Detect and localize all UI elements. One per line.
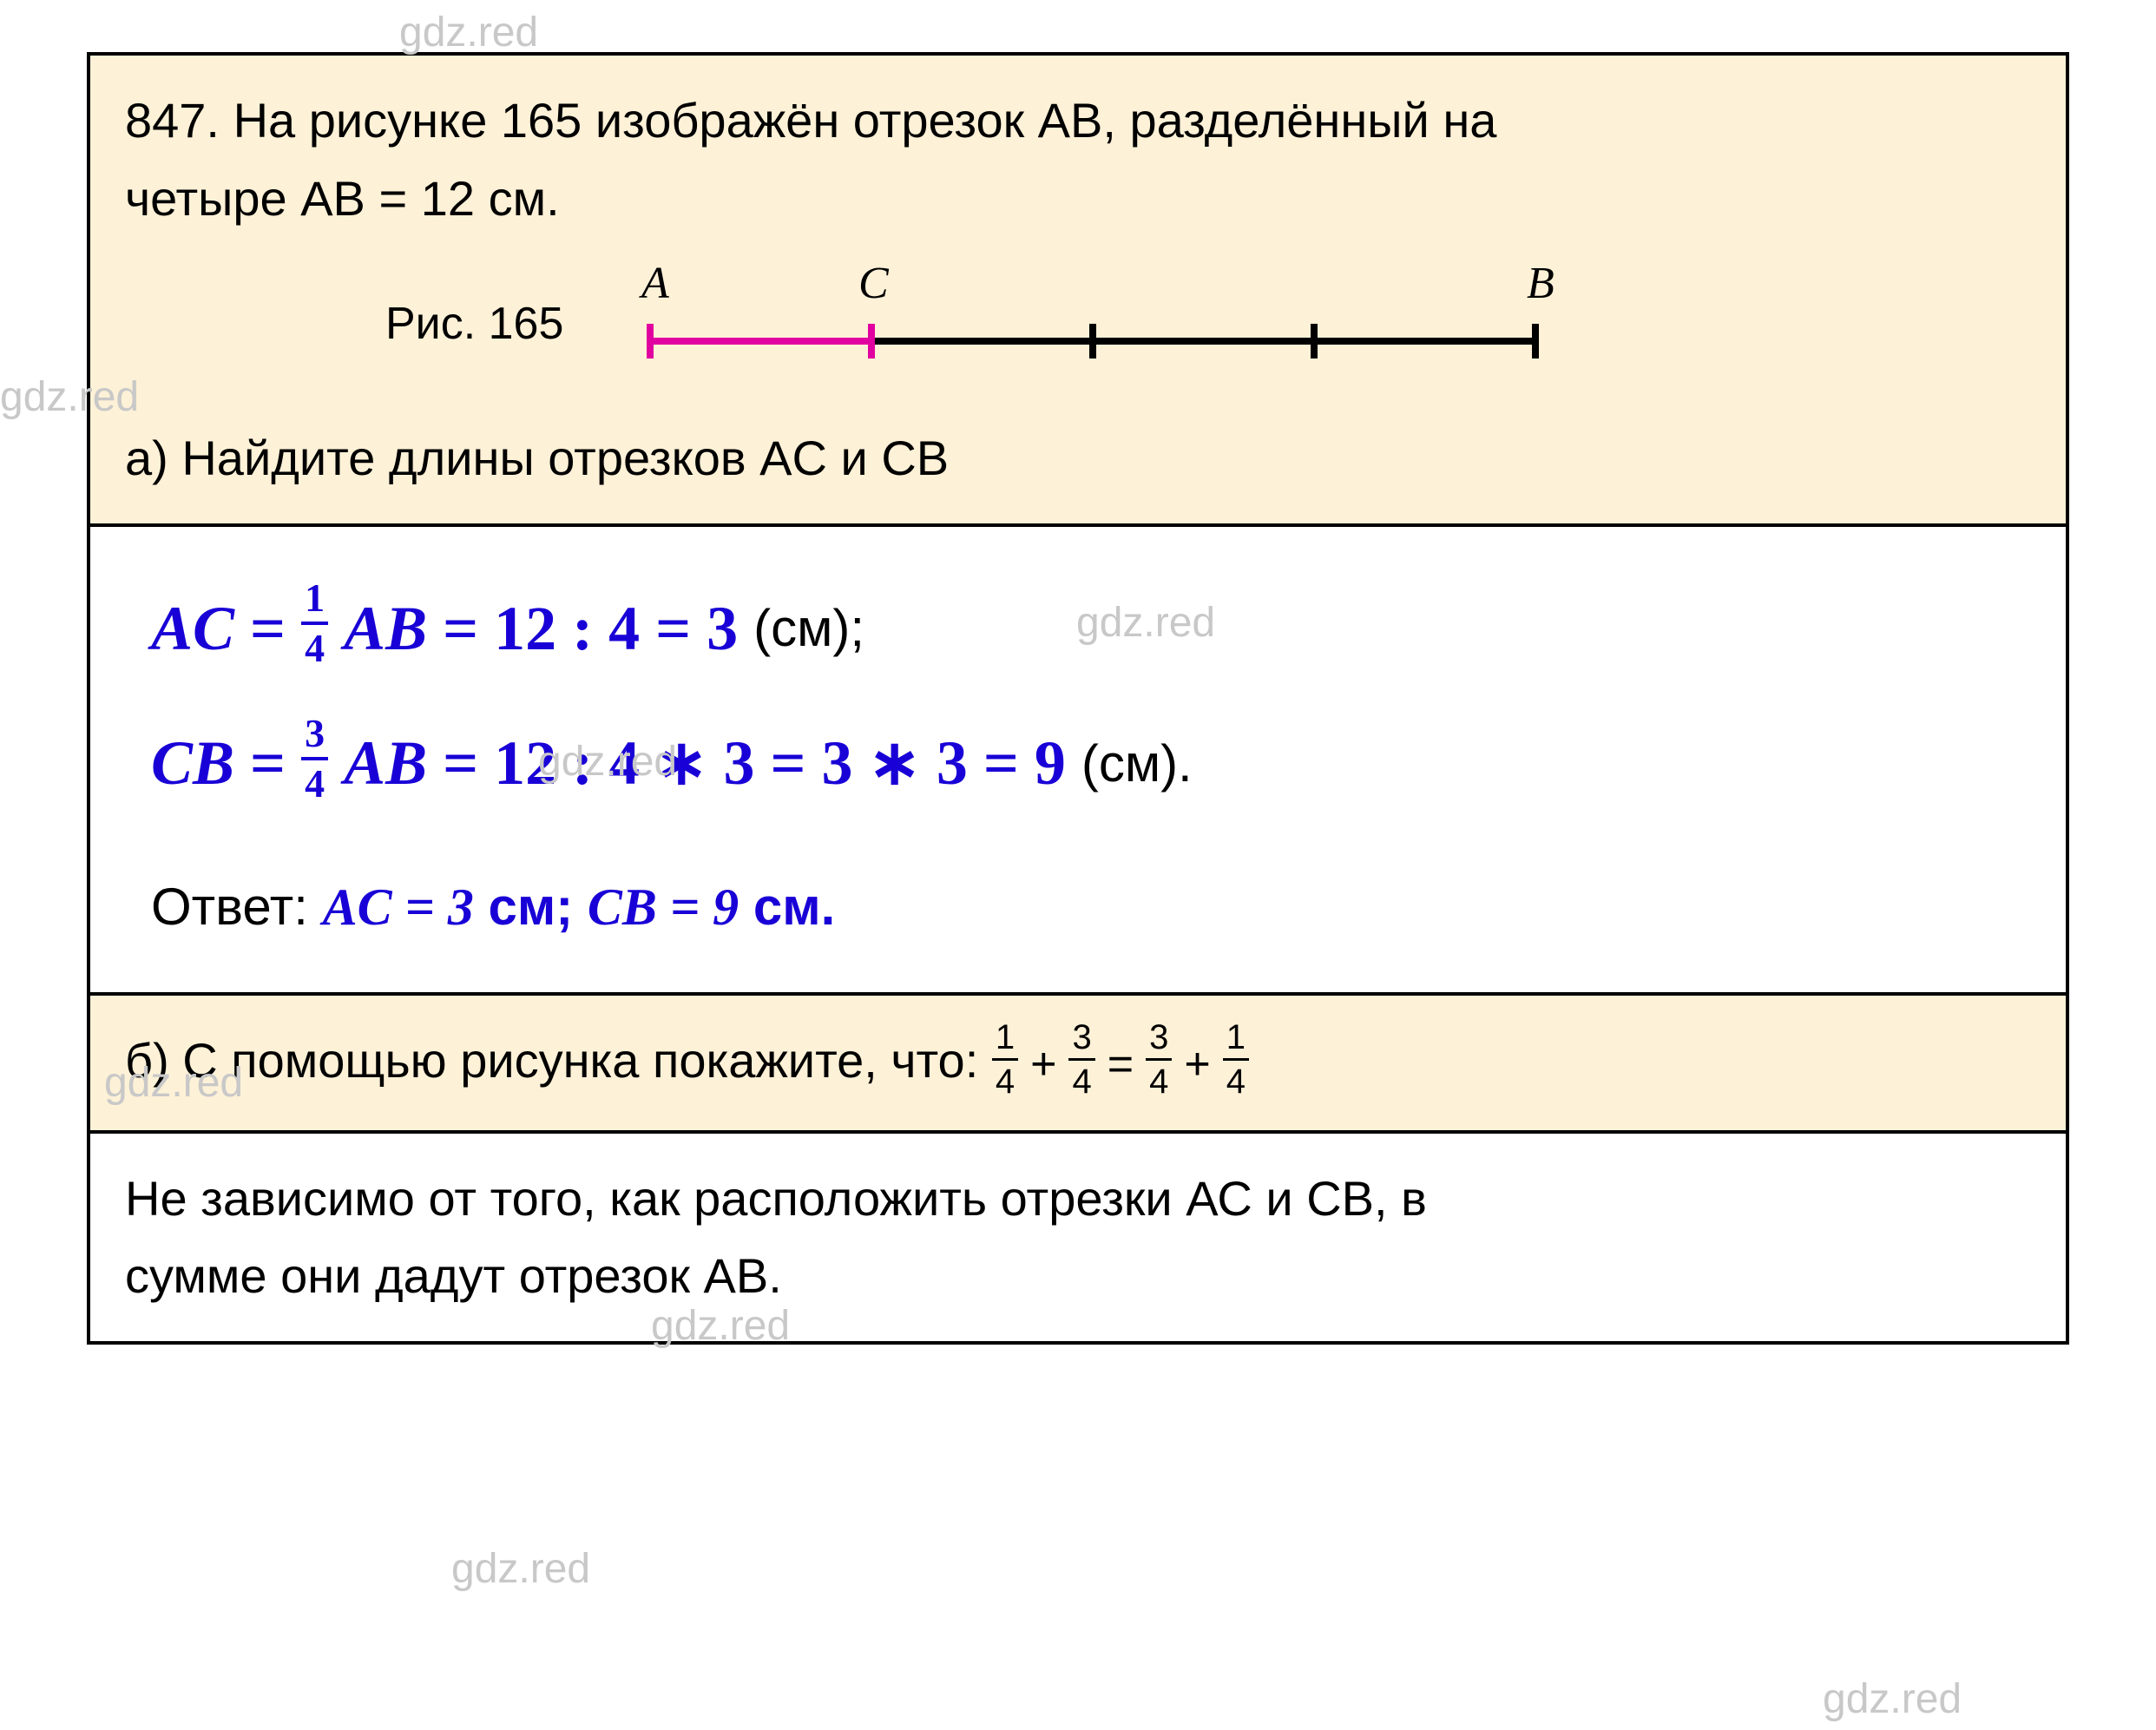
eq2: =	[250, 714, 286, 813]
frac-1-4: 1 4	[301, 578, 328, 668]
answer-label: Ответ:	[151, 878, 308, 936]
part-b-equation: 1 4 + 3 4 = 3 4 + 1 4	[992, 1025, 1249, 1104]
solution-b-line2: сумме они дадут отрезок АВ.	[125, 1248, 782, 1303]
solution-line-cb: CB = 3 4 AB = 12 : 4 ∗ 3 = 3 ∗ 3 = 9 (см…	[151, 714, 2031, 813]
frac-1-4-num: 1	[301, 578, 328, 622]
frac-3-4-num: 3	[301, 714, 328, 757]
plus2: +	[1184, 1029, 1210, 1101]
problem-row: 847. На рисунке 165 изображён отрезок АВ…	[90, 56, 2066, 527]
solution-b-line1: Не зависимо от того, как расположить отр…	[125, 1171, 1427, 1226]
problem-text: 847. На рисунке 165 изображён отрезок АВ…	[125, 82, 2031, 237]
figure-row: Рис. 165 A C B	[385, 263, 2031, 385]
frac-b4: 1 4	[1223, 1020, 1249, 1099]
content-frame: 847. На рисунке 165 изображён отрезок АВ…	[87, 52, 2069, 1345]
frac-b3-den: 4	[1146, 1058, 1172, 1099]
solution-a-row: AC = 1 4 AB = 12 : 4 = 3 (см); CB = 3 4 …	[90, 527, 2066, 996]
frac-b3-num: 3	[1146, 1020, 1172, 1058]
frac-b3: 3 4	[1146, 1020, 1172, 1099]
point-label-c: C	[858, 263, 890, 308]
part-b-row: б) С помощью рисунка покажите, что: 1 4 …	[90, 996, 2066, 1134]
ac-lhs: AC	[151, 579, 234, 679]
frac-b1: 1 4	[992, 1020, 1018, 1099]
frac-b2-num: 3	[1068, 1020, 1094, 1058]
answer-cb-eq: =	[657, 878, 713, 936]
answer-ac-unit: см	[474, 878, 555, 936]
frac-b1-den: 4	[992, 1058, 1018, 1099]
cb-unit: (см).	[1081, 722, 1193, 806]
ac-calc: = 12 : 4 = 3	[443, 579, 738, 679]
part-b-prefix: б) С помощью рисунка покажите, что:	[125, 1033, 992, 1088]
point-label-a: A	[639, 263, 669, 308]
problem-line2: четыре АВ = 12 см.	[125, 171, 560, 226]
eq1: =	[250, 579, 286, 679]
answer-line: Ответ: AC = 3 см; CB = 9 см.	[151, 865, 2031, 949]
answer-ac-eq: =	[392, 878, 448, 936]
eq-b: =	[1108, 1029, 1134, 1101]
ac-mid: AB	[344, 579, 427, 679]
cb-mid: AB	[344, 714, 427, 813]
frac-b2-den: 4	[1068, 1058, 1094, 1099]
answer-ac-var: AC	[323, 878, 392, 936]
watermark: gdz.red	[399, 9, 538, 56]
figure-caption: Рис. 165	[385, 288, 563, 360]
segment-ab-figure: A C B	[615, 263, 1570, 385]
frac-b2: 3 4	[1068, 1020, 1094, 1099]
frac-b1-num: 1	[992, 1020, 1018, 1058]
part-a-prompt: a) Найдите длины отрезков AC и CB	[125, 419, 2031, 497]
cb-lhs: CB	[151, 714, 234, 813]
problem-line1: На рисунке 165 изображён отрезок АВ, раз…	[233, 93, 1497, 148]
point-label-b: B	[1527, 263, 1555, 308]
solution-line-ac: AC = 1 4 AB = 12 : 4 = 3 (см);	[151, 579, 2031, 679]
answer-ac-val: 3	[448, 878, 474, 936]
answer-cb-val: 9	[713, 878, 739, 936]
frac-b4-den: 4	[1223, 1058, 1249, 1099]
watermark: gdz.red	[1823, 1675, 1962, 1723]
frac-1-4-den: 4	[301, 622, 328, 668]
ac-unit: (см);	[753, 587, 864, 670]
frac-b4-num: 1	[1223, 1020, 1249, 1058]
frac-3-4-den: 4	[301, 757, 328, 804]
answer-sep: ;	[555, 878, 588, 936]
solution-b-row: Не зависимо от того, как расположить отр…	[90, 1134, 2066, 1341]
answer-cb-var: CB	[588, 878, 657, 936]
page-root: gdz.red gdz.red gdz.red gdz.red gdz.red …	[0, 0, 2156, 1730]
problem-number: 847.	[125, 93, 220, 148]
plus1: +	[1030, 1029, 1056, 1101]
frac-3-4: 3 4	[301, 714, 328, 804]
cb-calc: = 12 : 4 ∗ 3 = 3 ∗ 3 = 9	[443, 714, 1066, 813]
answer-cb-unit: см.	[739, 878, 835, 936]
watermark: gdz.red	[451, 1545, 590, 1593]
